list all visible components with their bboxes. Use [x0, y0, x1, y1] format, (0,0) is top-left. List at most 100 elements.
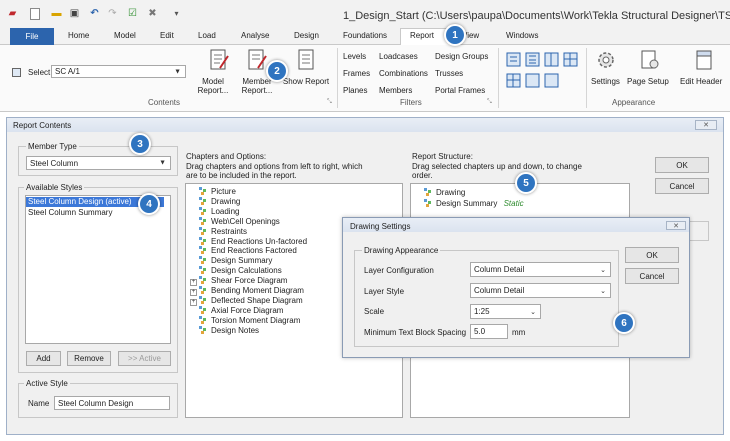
layer-style-combo[interactable]: Column Detail ⌄	[470, 283, 611, 298]
chapter-label: Restraints	[211, 226, 248, 236]
ok-button[interactable]: OK	[655, 157, 709, 173]
filter-members[interactable]: Members	[379, 86, 412, 95]
chapter-item[interactable]: + Shear Force Diagram	[190, 276, 287, 287]
redo-icon[interactable]: ↷	[106, 7, 119, 20]
chapter-label: Drawing	[211, 196, 241, 206]
chapter-item[interactable]: Drawing	[190, 196, 241, 207]
filter-frames[interactable]: Frames	[343, 69, 370, 78]
filters-group-label: Filters	[400, 98, 422, 107]
chapter-label: Design Notes	[211, 325, 260, 335]
dialog-title-bar	[7, 118, 723, 132]
chapter-item[interactable]: Design Summary	[190, 256, 272, 266]
layer-configuration-combo[interactable]: Column Detail ⌄	[470, 262, 611, 277]
name-label: Name	[28, 399, 50, 408]
filter-planes[interactable]: Planes	[343, 86, 367, 95]
filter-combinations[interactable]: Combinations	[379, 69, 428, 78]
make-active-button[interactable]: >> Active	[118, 351, 171, 366]
chapter-icon	[199, 295, 208, 304]
structure-item[interactable]: Design Summary Static	[424, 199, 524, 208]
open-folder-icon[interactable]: ▬	[50, 7, 63, 20]
filter-portal-frames[interactable]: Portal Frames	[435, 86, 485, 95]
chapter-icon	[199, 196, 208, 205]
chapter-item[interactable]: + Deflected Shape Diagram	[190, 295, 303, 306]
chapter-item[interactable]: End Reactions Factored	[190, 246, 297, 256]
add-style-button[interactable]: Add	[26, 351, 61, 366]
tab-model[interactable]: Model	[114, 31, 136, 40]
tab-analyse[interactable]: Analyse	[241, 31, 269, 40]
tab-file[interactable]: File	[10, 28, 54, 45]
structure-hint-line-1: Drag selected chapters up and down, to c…	[412, 162, 582, 171]
delete-icon[interactable]: ✖	[146, 7, 159, 20]
select-member-combo[interactable]: SC A/1 ▼	[51, 65, 186, 78]
drawing-settings-cancel-button[interactable]: Cancel	[625, 268, 679, 284]
chapter-icon	[199, 216, 208, 225]
cancel-button[interactable]: Cancel	[655, 178, 709, 194]
model-report-button[interactable]: Model Report...	[190, 77, 236, 95]
filter-trusses[interactable]: Trusses	[435, 69, 463, 78]
chapter-icon	[199, 286, 208, 294]
tab-foundations[interactable]: Foundations	[343, 31, 387, 40]
customize-toolbar-icon[interactable]: ▾	[170, 7, 183, 20]
dialog-close-button[interactable]: ✕	[695, 120, 717, 130]
member-type-label: Member Type	[26, 142, 79, 151]
min-text-spacing-input[interactable]: 5.0	[470, 324, 508, 339]
page-setup-button[interactable]: Page Setup	[627, 77, 669, 86]
undo-icon[interactable]: ↶	[88, 7, 101, 20]
member-type-combo[interactable]: Steel Column ▼	[26, 156, 171, 170]
style-item[interactable]: Steel Column Summary	[28, 208, 112, 218]
chevron-down-icon: ▼	[159, 159, 166, 167]
show-report-icon	[295, 48, 317, 74]
chapter-item[interactable]: Torsion Moment Diagram	[190, 315, 300, 326]
chapter-icon	[199, 256, 208, 265]
chapter-icon	[199, 187, 208, 195]
model-report-icon	[208, 48, 230, 74]
tab-design[interactable]: Design	[294, 31, 319, 40]
check-icon[interactable]: ☑	[126, 7, 139, 20]
tab-windows[interactable]: Windows	[506, 31, 538, 40]
new-file-icon[interactable]	[30, 8, 40, 20]
min-text-spacing-label: Minimum Text Block Spacing	[364, 328, 467, 337]
filter-loadcases[interactable]: Loadcases	[379, 52, 418, 61]
chapter-icon	[199, 206, 208, 215]
chapters-label: Chapters and Options:	[186, 152, 267, 161]
drawing-settings-ok-button[interactable]: OK	[625, 247, 679, 263]
scale-combo[interactable]: 1:25 ⌄	[470, 304, 541, 319]
chapter-label: Axial Force Diagram	[211, 305, 284, 315]
min-text-spacing-unit: mm	[512, 328, 526, 337]
active-style-label: Active Style	[24, 379, 70, 388]
style-name-input[interactable]: Steel Column Design	[54, 396, 170, 410]
chapter-item[interactable]: End Reactions Un-factored	[190, 236, 307, 247]
save-icon[interactable]: ▣	[68, 7, 81, 20]
dialog-title: Report Contents	[13, 121, 72, 130]
chapter-item[interactable]: Web\Cell Openings	[190, 216, 280, 227]
tab-home[interactable]: Home	[68, 31, 89, 40]
chapter-item[interactable]: Axial Force Diagram	[190, 305, 284, 316]
chapter-icon	[199, 305, 208, 314]
structure-item[interactable]: Drawing	[424, 188, 465, 197]
appearance-group-label: Appearance	[612, 98, 656, 107]
settings-button[interactable]: Settings	[591, 77, 620, 86]
chapter-item[interactable]: Restraints	[190, 226, 248, 237]
chapter-item[interactable]: Design Notes	[190, 325, 260, 336]
contents-dialog-launcher-icon[interactable]: ⤡	[327, 99, 332, 106]
drawing-settings-close-button[interactable]: ✕	[666, 221, 686, 230]
chapter-item[interactable]: + Bending Moment Diagram	[190, 286, 304, 296]
tab-load[interactable]: Load	[198, 31, 216, 40]
style-item-active[interactable]: Steel Column Design (active)	[28, 197, 132, 207]
chapter-icon	[424, 188, 433, 196]
filters-dialog-launcher-icon[interactable]: ⤡	[487, 99, 492, 106]
remove-style-button[interactable]: Remove	[67, 351, 111, 366]
chapter-item[interactable]: Loading	[190, 206, 239, 217]
page-layout-icons	[506, 52, 584, 92]
filter-levels[interactable]: Levels	[343, 52, 366, 61]
filter-design-groups[interactable]: Design Groups	[435, 52, 488, 61]
edit-header-button[interactable]: Edit Header	[680, 77, 722, 86]
drawing-appearance-label: Drawing Appearance	[362, 246, 441, 255]
min-text-spacing-value: 5.0	[474, 327, 486, 336]
chapter-item[interactable]: Design Calculations	[190, 266, 282, 276]
tab-edit[interactable]: Edit	[160, 31, 174, 40]
layer-configuration-value: Column Detail	[474, 265, 525, 274]
callout-badge: 6	[613, 312, 635, 334]
chapter-item[interactable]: Picture	[190, 187, 236, 197]
tab-report[interactable]: Report	[410, 31, 434, 40]
